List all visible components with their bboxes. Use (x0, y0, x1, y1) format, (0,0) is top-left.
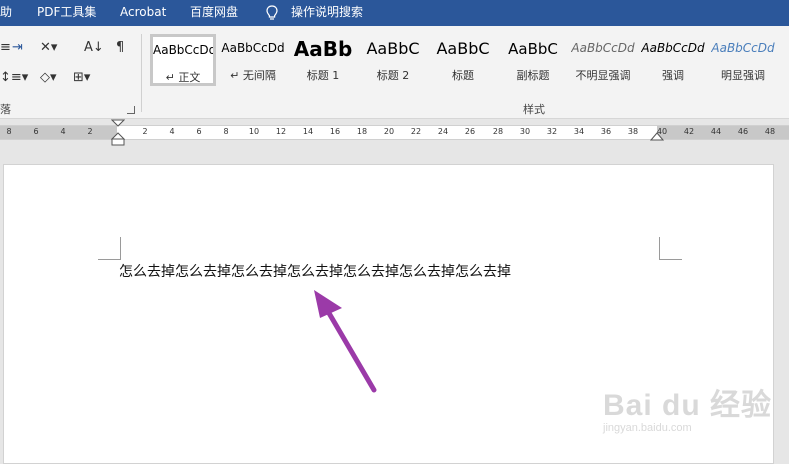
right-indent-marker-icon[interactable] (650, 132, 664, 141)
ruler-tick: 26 (464, 127, 476, 136)
style-no-spacing[interactable]: AaBbCcDd ↵ 无间隔 (220, 34, 286, 86)
ruler-tick: 42 (683, 127, 695, 136)
ruler-tick: 4 (169, 127, 175, 136)
style-sample: AaBbC (508, 40, 558, 58)
ruler-tick: 48 (764, 127, 776, 136)
horizontal-ruler[interactable]: 8 6 4 2 2 4 6 8 10 12 14 16 18 20 22 24 … (0, 119, 789, 147)
ruler-tick: 22 (410, 127, 422, 136)
ruler-tick: 38 (627, 127, 639, 136)
ruler-tick: 34 (573, 127, 585, 136)
ribbon: ≡ ⇥ ✕▾ A↓ ¶ ↕≡▾ ◇▾ ⊞▾ 落 AaBbCcDd ↵ 正文 Aa… (0, 26, 789, 119)
group-separator (141, 34, 142, 112)
style-emphasis[interactable]: AaBbCcDd 强调 (640, 34, 706, 86)
style-name: ↵ 正文 (165, 71, 201, 84)
show-marks-icon[interactable]: ¶ (116, 40, 124, 56)
ruler-tick: 32 (546, 127, 558, 136)
style-name: 标题 2 (376, 69, 410, 82)
ruler-tick: 36 (600, 127, 612, 136)
sort-icon[interactable]: A↓ (84, 40, 104, 56)
style-sample: AaBb (293, 37, 353, 61)
style-heading-1[interactable]: AaBb 标题 1 (290, 34, 356, 86)
style-heading-2[interactable]: AaBbC 标题 2 (360, 34, 426, 86)
menu-baidu-netdisk[interactable]: 百度网盘 (190, 0, 238, 26)
ruler-tick: 10 (248, 127, 260, 136)
style-name: 标题 (452, 69, 474, 82)
ruler-tick: 12 (275, 127, 287, 136)
ruler-tick: 28 (492, 127, 504, 136)
ruler-tick: 6 (196, 127, 202, 136)
style-name: 明显强调 (721, 69, 765, 82)
styles-group-label: 样式 (523, 103, 545, 116)
borders-icon[interactable]: ⊞▾ (73, 70, 90, 86)
line-spacing-icon[interactable]: ↕≡▾ (0, 70, 28, 86)
document-body-text[interactable]: 怎么去掉怎么去掉怎么去掉怎么去掉怎么去掉怎么去掉怎么去掉 (119, 261, 511, 281)
style-name: ↵ 无间隔 (230, 69, 276, 82)
menu-pdf-tools[interactable]: PDF工具集 (37, 0, 96, 26)
ruler-tick: 20 (383, 127, 395, 136)
style-name: 不明显强调 (575, 69, 631, 82)
watermark-brand: Bai du 经验 (603, 389, 773, 422)
ruler-tick: 44 (710, 127, 722, 136)
ruler-tick: 4 (60, 127, 66, 136)
style-sample: AaBbC (366, 39, 420, 58)
paragraph-dialog-launcher-icon[interactable] (127, 106, 135, 114)
style-sample: AaBbCcDd (711, 41, 775, 55)
ruler-tick: 2 (142, 127, 148, 136)
increase-indent-icon[interactable]: ⇥ (12, 40, 23, 56)
style-intense-emphasis[interactable]: AaBbCcDd 明显强调 (710, 34, 776, 86)
margin-corner-top-right (659, 237, 682, 260)
ruler-tick: 16 (329, 127, 341, 136)
indent-marker-icon[interactable] (111, 119, 125, 147)
style-normal[interactable]: AaBbCcDd ↵ 正文 (150, 34, 216, 86)
style-sample: AaBbCcDd (571, 41, 635, 55)
align-justify-icon[interactable]: ≡ (0, 40, 11, 56)
style-name: 副标题 (516, 69, 550, 82)
ruler-tick: 30 (519, 127, 531, 136)
baidu-jingyan-watermark: Bai du 经验 jingyan.baidu.com (603, 380, 772, 434)
tell-me-search[interactable]: 操作说明搜索 (291, 0, 363, 26)
asian-layout-icon[interactable]: ✕▾ (40, 40, 57, 56)
style-name: 标题 1 (306, 69, 340, 82)
style-title[interactable]: AaBbC 标题 (430, 34, 496, 86)
style-subtle-emphasis[interactable]: AaBbCcDd 不明显强调 (570, 34, 636, 86)
ruler-tick: 18 (356, 127, 368, 136)
ruler-tick: 46 (737, 127, 749, 136)
shading-icon[interactable]: ◇▾ (40, 70, 57, 86)
annotation-arrow-icon (314, 290, 377, 393)
style-subtitle[interactable]: AaBbC 副标题 (500, 34, 566, 86)
style-sample: AaBbCcDd (641, 41, 705, 55)
ruler-tick: 6 (33, 127, 39, 136)
menu-bar: 助 PDF工具集 Acrobat 百度网盘 操作说明搜索 (0, 0, 789, 26)
ruler-tick: 2 (87, 127, 93, 136)
lightbulb-icon (266, 5, 278, 20)
margin-corner-top-left (98, 237, 121, 260)
ruler-tick: 24 (437, 127, 449, 136)
style-name: 强调 (662, 69, 684, 82)
menu-help[interactable]: 助 (0, 0, 12, 26)
style-sample: AaBbC (436, 39, 490, 58)
ruler-tick: 8 (223, 127, 229, 136)
ruler-tick: 14 (302, 127, 314, 136)
style-sample: AaBbCcDd (153, 43, 213, 57)
menu-acrobat[interactable]: Acrobat (120, 0, 166, 26)
paragraph-group-label: 落 (0, 103, 11, 116)
ruler-tick: 8 (6, 127, 12, 136)
style-sample: AaBbCcDd (221, 41, 285, 55)
